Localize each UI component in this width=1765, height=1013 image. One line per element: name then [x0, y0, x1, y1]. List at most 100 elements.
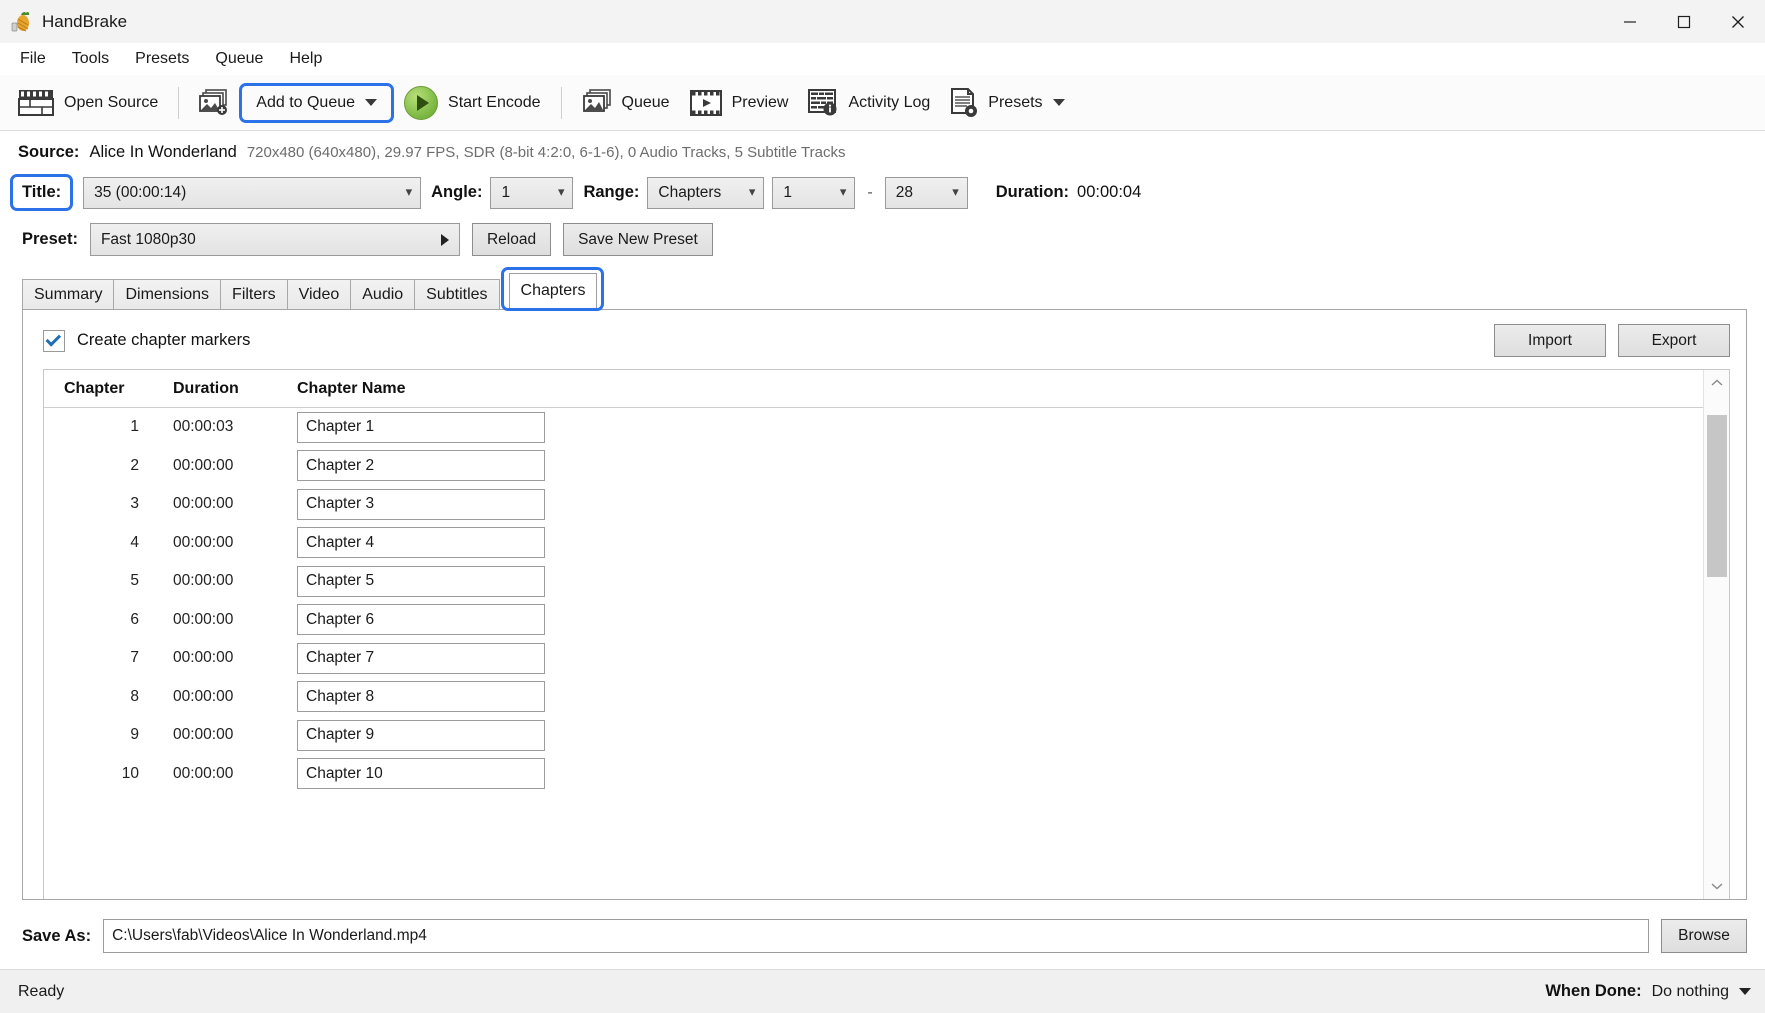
chapter-name-input[interactable]: Chapter 1	[297, 412, 545, 443]
cell-chapter: 1	[58, 418, 173, 436]
chapters-table-scrollbar[interactable]	[1703, 370, 1729, 899]
tab-subtitles[interactable]: Subtitles	[414, 279, 499, 310]
cell-chapter: 8	[58, 688, 173, 706]
when-done-value[interactable]: Do nothing	[1652, 983, 1729, 1001]
menu-queue[interactable]: Queue	[203, 46, 275, 72]
queue-button[interactable]: Queue	[572, 83, 680, 122]
cell-chapter: 2	[58, 457, 173, 475]
title-bar: HandBrake	[0, 0, 1765, 43]
start-encode-button[interactable]: Start Encode	[394, 80, 551, 126]
cell-chapter-name: Chapter 4	[291, 527, 1703, 558]
tab-audio[interactable]: Audio	[350, 279, 415, 310]
chevron-down-icon[interactable]	[365, 99, 377, 106]
status-bar: Ready When Done: Do nothing	[0, 969, 1765, 1013]
reload-button[interactable]: Reload	[472, 223, 551, 256]
source-label: Source:	[18, 143, 79, 162]
presets-label: Presets	[988, 94, 1042, 112]
activity-log-button[interactable]: Activity Log	[798, 83, 940, 123]
menu-tools[interactable]: Tools	[60, 46, 121, 72]
duration-label: Duration:	[996, 183, 1069, 202]
range-field: Range: Chapters ▾ 1 ▾ - 28 ▾	[583, 177, 967, 209]
cell-duration: 00:00:00	[173, 611, 291, 629]
title-bar-left: HandBrake	[0, 11, 127, 33]
presets-button[interactable]: Presets	[940, 82, 1074, 124]
column-header-duration: Duration	[173, 380, 291, 398]
chapter-name-input[interactable]: Chapter 3	[297, 489, 545, 520]
create-chapter-markers-row[interactable]: Create chapter markers	[43, 330, 250, 352]
browse-button[interactable]: Browse	[1661, 919, 1747, 953]
chapter-name-input[interactable]: Chapter 10	[297, 758, 545, 789]
cell-chapter: 6	[58, 611, 173, 629]
import-button[interactable]: Import	[1494, 324, 1606, 357]
create-chapter-markers-checkbox[interactable]	[43, 330, 65, 352]
preview-button[interactable]: Preview	[680, 84, 799, 122]
preset-row: Preset: Fast 1080p30 Reload Save New Pre…	[0, 215, 1765, 262]
table-row: 4 00:00:00 Chapter 4	[44, 524, 1703, 563]
tab-chapters[interactable]: Chapters	[509, 273, 598, 308]
chapter-name-input[interactable]: Chapter 7	[297, 643, 545, 674]
add-to-queue-highlight: Add to Queue	[239, 83, 394, 123]
play-icon	[404, 86, 438, 120]
open-source-label: Open Source	[64, 94, 158, 112]
title-label: Title:	[22, 183, 61, 202]
chapter-name-input[interactable]: Chapter 2	[297, 450, 545, 481]
chevron-down-icon: ▾	[558, 185, 565, 200]
cell-duration: 00:00:00	[173, 572, 291, 590]
save-as-label: Save As:	[22, 927, 91, 946]
scrollbar-thumb[interactable]	[1707, 415, 1727, 577]
toolbar-separator-1	[178, 87, 179, 119]
scrollbar-track[interactable]	[1704, 396, 1730, 873]
tab-dimensions[interactable]: Dimensions	[113, 279, 221, 310]
export-button[interactable]: Export	[1618, 324, 1730, 357]
queue-label: Queue	[622, 94, 670, 112]
tab-chapters-highlight: Chapters	[501, 267, 605, 311]
save-as-input[interactable]: C:\Users\fab\Videos\Alice In Wonderland.…	[103, 919, 1649, 953]
cell-duration: 00:00:00	[173, 765, 291, 783]
tab-summary[interactable]: Summary	[22, 279, 114, 310]
title-select[interactable]: 35 (00:00:14) ▾	[83, 177, 421, 209]
tab-bar: Summary Dimensions Filters Video Audio S…	[0, 274, 1765, 310]
close-button[interactable]	[1711, 0, 1765, 43]
chapter-name-input[interactable]: Chapter 4	[297, 527, 545, 558]
menu-help[interactable]: Help	[277, 46, 334, 72]
chevron-down-icon: ▾	[840, 185, 847, 200]
angle-field: Angle: 1 ▾	[431, 177, 573, 209]
activity-log-label: Activity Log	[848, 94, 930, 112]
title-settings-row: Title: 35 (00:00:14) ▾ Angle: 1 ▾ Range:…	[0, 168, 1765, 215]
angle-select[interactable]: 1 ▾	[490, 177, 573, 209]
scroll-down-icon[interactable]	[1704, 873, 1730, 899]
chevron-down-icon[interactable]	[1739, 988, 1751, 995]
add-to-queue-button[interactable]: Add to Queue	[246, 88, 387, 118]
range-type-select[interactable]: Chapters ▾	[647, 177, 764, 209]
tab-video[interactable]: Video	[287, 279, 352, 310]
chapter-name-input[interactable]: Chapter 8	[297, 681, 545, 712]
angle-label: Angle:	[431, 183, 482, 202]
preview-film-icon	[690, 90, 722, 116]
menu-file[interactable]: File	[8, 46, 58, 72]
range-start-select[interactable]: 1 ▾	[772, 177, 855, 209]
preset-select[interactable]: Fast 1080p30	[90, 223, 460, 256]
chevron-down-icon: ▾	[406, 185, 413, 200]
toolbar-separator-2	[561, 87, 562, 119]
cell-chapter: 5	[58, 572, 173, 590]
window-controls	[1603, 0, 1765, 43]
chevron-down-icon: ▾	[952, 185, 959, 200]
maximize-button[interactable]	[1657, 0, 1711, 43]
tab-filters[interactable]: Filters	[220, 279, 288, 310]
save-as-row: Save As: C:\Users\fab\Videos\Alice In Wo…	[0, 901, 1765, 969]
menu-presets[interactable]: Presets	[123, 46, 201, 72]
minimize-button[interactable]	[1603, 0, 1657, 43]
table-row: 3 00:00:00 Chapter 3	[44, 485, 1703, 524]
save-new-preset-button[interactable]: Save New Preset	[563, 223, 713, 256]
scroll-up-icon[interactable]	[1704, 370, 1730, 396]
chapter-name-input[interactable]: Chapter 6	[297, 604, 545, 635]
chapter-name-input[interactable]: Chapter 9	[297, 720, 545, 751]
add-to-queue-icon-button[interactable]	[189, 83, 239, 122]
chapters-panel: Create chapter markers Import Export Cha…	[22, 309, 1747, 900]
handbrake-window: HandBrake File Tools Presets Queue Help	[0, 0, 1765, 1013]
open-source-button[interactable]: Open Source	[8, 83, 168, 122]
source-name: Alice In Wonderland	[89, 143, 236, 162]
presets-chevron-down-icon[interactable]	[1053, 99, 1065, 106]
chapter-name-input[interactable]: Chapter 5	[297, 566, 545, 597]
range-end-select[interactable]: 28 ▾	[885, 177, 968, 209]
